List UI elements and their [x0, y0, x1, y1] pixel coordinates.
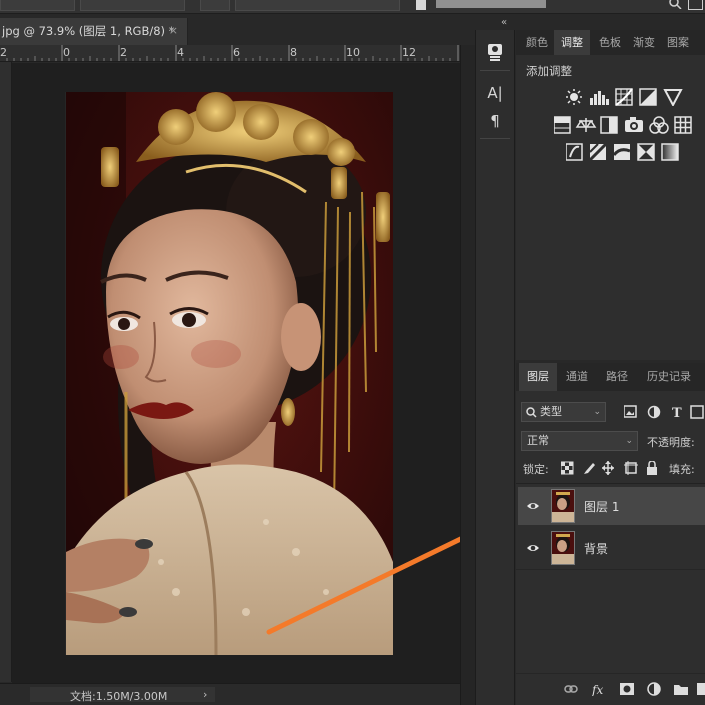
search-icon[interactable]: [668, 0, 682, 9]
horizontal-ruler: 2 0 2 4 6 8 10 12: [0, 45, 460, 62]
document-size-info[interactable]: 文档:1.50M/3.00M: [70, 688, 167, 704]
paragraph-icon[interactable]: ¶: [484, 110, 506, 132]
options-dropdown-3[interactable]: [235, 0, 400, 11]
close-icon[interactable]: ×: [169, 18, 178, 44]
folder-icon[interactable]: [674, 682, 688, 696]
opacity-label: 不透明度:: [647, 436, 695, 449]
layer-filter-dropdown[interactable]: 类型 ⌄: [521, 402, 606, 422]
mask-icon[interactable]: [620, 682, 634, 696]
tab-gradients[interactable]: 渐变: [627, 30, 661, 55]
adjustments-title: 添加调整: [526, 64, 572, 78]
search-icon: [526, 407, 537, 418]
collapse-icon[interactable]: «: [501, 17, 507, 28]
threshold-icon: [612, 144, 631, 160]
fill-label: 填充:: [669, 463, 695, 476]
layer-thumbnail: [551, 489, 575, 523]
lock-transparent-icon: [561, 461, 574, 475]
adjustment-layer-icon[interactable]: [647, 682, 661, 696]
options-label: [200, 0, 230, 11]
tab-history[interactable]: 历史记录: [640, 363, 698, 391]
layer-filter-icons[interactable]: T: [624, 405, 704, 419]
type-filter-icon: T: [672, 406, 682, 419]
layers-panel: 图层 通道 路径 历史记录 类型 ⌄ T 正常 ⌄ 不透明度: 锁定: 填充: …: [516, 363, 705, 705]
options-bar: [0, 0, 705, 14]
fx-icon[interactable]: fx: [592, 682, 606, 696]
lock-pixels-icon: [584, 463, 595, 474]
curves-icon: [615, 88, 633, 106]
tab-color[interactable]: 颜色: [520, 30, 554, 55]
adjustment-row-2: [554, 116, 692, 134]
tab-adjustments[interactable]: 调整: [554, 30, 590, 55]
tab-swatches[interactable]: 色板: [593, 30, 627, 55]
color-balance-icon: [575, 118, 597, 132]
vibrance-icon: [663, 89, 683, 106]
status-bar: 文档:1.50M/3.00M ›: [0, 683, 460, 705]
status-menu-arrow[interactable]: ›: [203, 688, 207, 701]
shape-filter-icon: [690, 405, 704, 419]
selective-color-icon: [637, 143, 655, 161]
adjustments-panel: 颜色 调整 色板 渐变 图案 添加调整: [516, 30, 705, 360]
layers-panel-tabs: 图层 通道 路径 历史记录: [516, 363, 705, 391]
gradient-map-icon: [661, 143, 679, 161]
levels-icon: [590, 91, 609, 105]
vertical-scrollbar[interactable]: [460, 45, 475, 705]
blend-mode-dropdown[interactable]: 正常 ⌄: [521, 431, 638, 451]
filter-kind-label: 类型: [540, 405, 562, 418]
tab-paths[interactable]: 路径: [598, 363, 636, 391]
tab-channels[interactable]: 通道: [559, 363, 595, 391]
chevron-down-icon: ⌄: [625, 436, 633, 446]
color-lookup-icon: [674, 116, 692, 134]
adjustment-row-1: [566, 88, 683, 106]
black-white-icon: [600, 116, 618, 134]
svg-text:fx: fx: [592, 683, 603, 696]
panel-tabs: 颜色 调整 色板 渐变 图案: [516, 30, 705, 55]
workspace-icon[interactable]: [688, 0, 703, 10]
document-tab[interactable]: jpg @ 73.9% (图层 1, RGB/8) * ×: [0, 18, 188, 45]
exposure-icon: [639, 88, 657, 106]
brightness-icon: [566, 89, 582, 105]
panel-dock-column: « A| ¶: [475, 17, 515, 705]
lock-label: 锁定:: [523, 463, 549, 476]
photo-filter-icon: [625, 117, 643, 132]
eye-icon[interactable]: [526, 499, 540, 513]
vertical-ruler: [0, 62, 12, 682]
options-dropdown-1[interactable]: [0, 0, 75, 11]
layer-thumbnail: [551, 531, 575, 565]
layer-row-selected[interactable]: 图层 1: [518, 487, 705, 525]
new-layer-icon[interactable]: [697, 682, 705, 696]
layer-name: 图层 1: [584, 500, 620, 514]
checkbox-icon[interactable]: [416, 0, 426, 10]
tab-layers[interactable]: 图层: [519, 363, 557, 391]
layer-name: 背景: [584, 542, 609, 556]
eye-icon[interactable]: [526, 541, 540, 555]
options-dropdown-2[interactable]: [80, 0, 185, 11]
character-icon[interactable]: A|: [484, 82, 506, 104]
library-icon[interactable]: [484, 41, 506, 63]
lock-artboard-icon: [624, 461, 638, 475]
svg-text:T: T: [672, 406, 682, 419]
lock-position-icon: [602, 461, 614, 475]
chevron-down-icon: ⌄: [593, 407, 601, 417]
tab-strip: [188, 18, 475, 45]
tab-patterns[interactable]: 图案: [661, 30, 695, 55]
layer-row[interactable]: 背景: [518, 529, 705, 567]
lock-options[interactable]: [561, 461, 671, 475]
link-icon[interactable]: [564, 682, 578, 696]
options-toggle-label: [436, 0, 546, 8]
hue-saturation-icon: [554, 116, 571, 134]
invert-icon: [566, 143, 583, 161]
layers-panel-footer: fx: [516, 673, 705, 705]
adjustment-filter-icon: [647, 405, 661, 419]
blend-mode-value: 正常: [527, 434, 549, 447]
channel-mixer-icon: [649, 116, 669, 134]
document-title: jpg @ 73.9% (图层 1, RGB/8) *: [2, 24, 175, 38]
adjustment-row-3: [566, 143, 679, 161]
pixel-filter-icon: [624, 405, 637, 418]
ruler-ticks: [6, 45, 459, 61]
lock-all-icon: [647, 461, 657, 475]
posterize-icon: [588, 143, 608, 161]
